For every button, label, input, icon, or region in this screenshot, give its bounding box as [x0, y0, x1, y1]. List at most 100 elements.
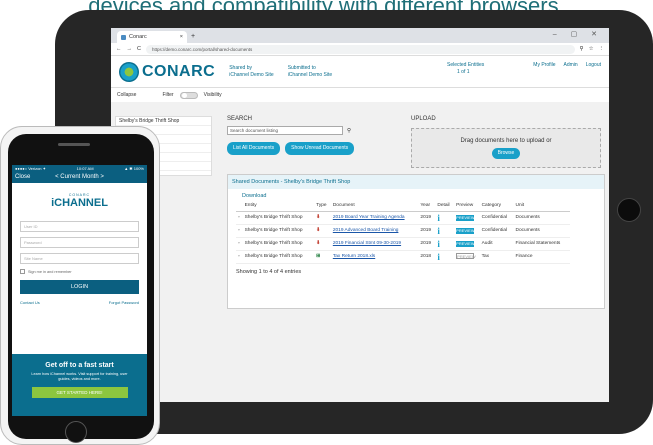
year-cell: 2019	[418, 211, 436, 225]
browse-button[interactable]: Browse	[491, 148, 521, 159]
upload-dropzone[interactable]: Drag documents here to upload or Browse	[411, 128, 601, 168]
get-started-button[interactable]: GET STARTED HERE!	[31, 387, 128, 398]
admin-link[interactable]: Admin	[564, 62, 578, 68]
preview-button[interactable]: PREVIEW	[456, 227, 475, 234]
column-header[interactable]: Detail	[435, 201, 455, 212]
user-id-field[interactable]: User ID	[20, 221, 139, 232]
unit-cell: Documents	[513, 211, 570, 225]
table-row: ▫ Shelby's Bridge Thrift Shop ⬇ 2019 Fin…	[236, 237, 570, 251]
app-header: CONARC Shared by iChannel Demo Site Subm…	[111, 56, 609, 88]
row-checkbox[interactable]: ▫	[236, 237, 243, 251]
browser-tab[interactable]: Conarc ×	[117, 31, 187, 43]
close-button[interactable]: Close	[15, 172, 30, 183]
forward-icon[interactable]: →	[127, 46, 133, 52]
entity-cell: Shelby's Bridge Thrift Shop	[242, 237, 315, 251]
document-link[interactable]: Tax Return 2018.xls	[333, 254, 375, 259]
entity-cell: Shelby's Bridge Thrift Shop	[242, 250, 315, 264]
url-field[interactable]: https://demo.conarc.com/portal/shared-do…	[145, 44, 575, 54]
selected-entities-count: 1 of 1	[457, 69, 470, 75]
entity-item[interactable]: Shelby's Bridge Thrift Shop	[116, 117, 211, 126]
selected-entities-label: Selected Entities	[447, 62, 485, 68]
visibility-toggle[interactable]	[179, 91, 198, 99]
menu-icon[interactable]: ⋮	[599, 46, 605, 52]
column-header[interactable]: Document	[330, 201, 419, 212]
reload-icon[interactable]: C	[137, 46, 141, 52]
my-profile-link[interactable]: My Profile	[533, 62, 555, 68]
document-link[interactable]: 2019 Advanced Board Training	[333, 228, 399, 233]
unit-cell: Documents	[513, 224, 570, 238]
document-link[interactable]: 2019 Financial Stmt 09-30-2019	[333, 241, 401, 246]
shared-by[interactable]: Shared by iChannel Demo Site	[229, 65, 273, 79]
login-button[interactable]: LOGIN	[20, 280, 139, 294]
contact-us-link[interactable]: Contact Us	[20, 300, 40, 305]
column-header[interactable]	[236, 201, 243, 212]
logout-link[interactable]: Logout	[586, 62, 601, 68]
preview-button[interactable]: PREVIEW	[456, 253, 476, 259]
column-header[interactable]: Category	[479, 201, 514, 212]
brand-name: iCHANNEL	[51, 197, 108, 209]
phone-status-bar: ●●●●○ Verizon ✦ 10:07 AM ▲ ✱ 100%	[12, 165, 147, 172]
table-row: ▫ Shelby's Bridge Thrift Shop ⬇ 2019 Adv…	[236, 224, 570, 238]
collapse-button[interactable]: Collapse	[117, 92, 136, 98]
preview-button[interactable]: PREVIEW	[456, 240, 475, 247]
column-header[interactable]: Year	[418, 201, 436, 212]
table-row: ▫ Shelby's Bridge Thrift Shop ⊞ Tax Retu…	[236, 250, 570, 264]
search-input[interactable]: Search document listing	[227, 126, 343, 135]
remember-label: Sign me in and remember	[28, 269, 72, 274]
column-header[interactable]: Type	[314, 201, 331, 212]
download-button[interactable]: Download	[228, 189, 604, 201]
new-tab-button[interactable]: +	[191, 31, 195, 43]
upload-prompt: Drag documents here to upload or	[460, 138, 552, 144]
submitted-to[interactable]: Submitted to iChannel Demo Site	[288, 65, 332, 79]
tab-close-icon[interactable]: ×	[180, 34, 183, 40]
remember-checkbox[interactable]	[20, 269, 25, 274]
pdf-icon: ⬇	[314, 224, 331, 238]
search-icon[interactable]: ⚲	[580, 46, 584, 52]
window-controls[interactable]: – ▢ ✕	[553, 30, 603, 38]
promo-text: Learn how iChannel works. Visit support …	[31, 372, 128, 381]
site-name-field[interactable]: Site Name	[20, 253, 139, 264]
phone-frame: ●●●●○ Verizon ✦ 10:07 AM ▲ ✱ 100% Close …	[0, 126, 160, 445]
detail-info-icon[interactable]: i	[437, 252, 440, 262]
list-all-documents-button[interactable]: List All Documents	[227, 142, 281, 155]
selected-entities[interactable]: Selected Entities 1 of 1	[447, 62, 484, 76]
detail-info-icon[interactable]: i	[437, 239, 440, 249]
row-checkbox[interactable]: ▫	[236, 250, 243, 264]
tablet-screen: Conarc × + – ▢ ✕ ← → C https://demo.cona…	[111, 28, 609, 402]
year-cell: 2019	[418, 237, 436, 251]
filter-label: Filter	[162, 92, 174, 98]
phone-speaker	[58, 143, 90, 146]
submitted-to-value: iChannel Demo Site	[287, 71, 333, 78]
detail-info-icon[interactable]: i	[437, 226, 440, 236]
phone-nav-bar: Close < Current Month >	[12, 172, 147, 183]
panel-title[interactable]: Shared Documents - Shelby's Bridge Thrif…	[228, 175, 604, 189]
pdf-icon: ⬇	[314, 211, 331, 225]
detail-info-icon[interactable]: i	[437, 213, 440, 223]
column-header[interactable]: Preview	[454, 201, 480, 212]
year-cell: 2018	[418, 250, 436, 264]
password-field[interactable]: Password	[20, 237, 139, 248]
remember-row[interactable]: Sign me in and remember	[20, 269, 139, 274]
forgot-password-link[interactable]: Forgot Password	[109, 300, 139, 305]
preview-button[interactable]: PREVIEW	[456, 214, 475, 221]
row-checkbox[interactable]: ▫	[236, 211, 243, 225]
show-unread-documents-button[interactable]: Show Unread Documents	[285, 142, 355, 155]
excel-icon: ⊞	[314, 250, 331, 264]
address-bar-row: ← → C https://demo.conarc.com/portal/sha…	[111, 43, 609, 56]
search-submit-icon[interactable]: ⚲	[347, 128, 351, 134]
tab-title: Conarc	[129, 34, 147, 40]
category-cell: Audit	[479, 237, 514, 251]
category-cell: Confidential	[479, 224, 514, 238]
shared-by-value: iChannel Demo Site	[229, 71, 274, 78]
back-icon[interactable]: ←	[116, 46, 122, 52]
column-header[interactable]: Entity	[242, 201, 315, 212]
pdf-icon: ⬇	[314, 237, 331, 251]
star-icon[interactable]: ☆	[589, 46, 594, 52]
column-header[interactable]: Unit	[513, 201, 570, 212]
promo-panel: Get off to a fast start Learn how iChann…	[12, 354, 147, 416]
row-checkbox[interactable]: ▫	[236, 224, 243, 238]
table-footer: Showing 1 to 4 of 4 entries	[236, 268, 302, 275]
month-selector[interactable]: < Current Month >	[55, 174, 104, 180]
document-link[interactable]: 2019 Board Year Training Agenda	[333, 215, 405, 220]
logo-text: CONARC	[142, 62, 216, 80]
